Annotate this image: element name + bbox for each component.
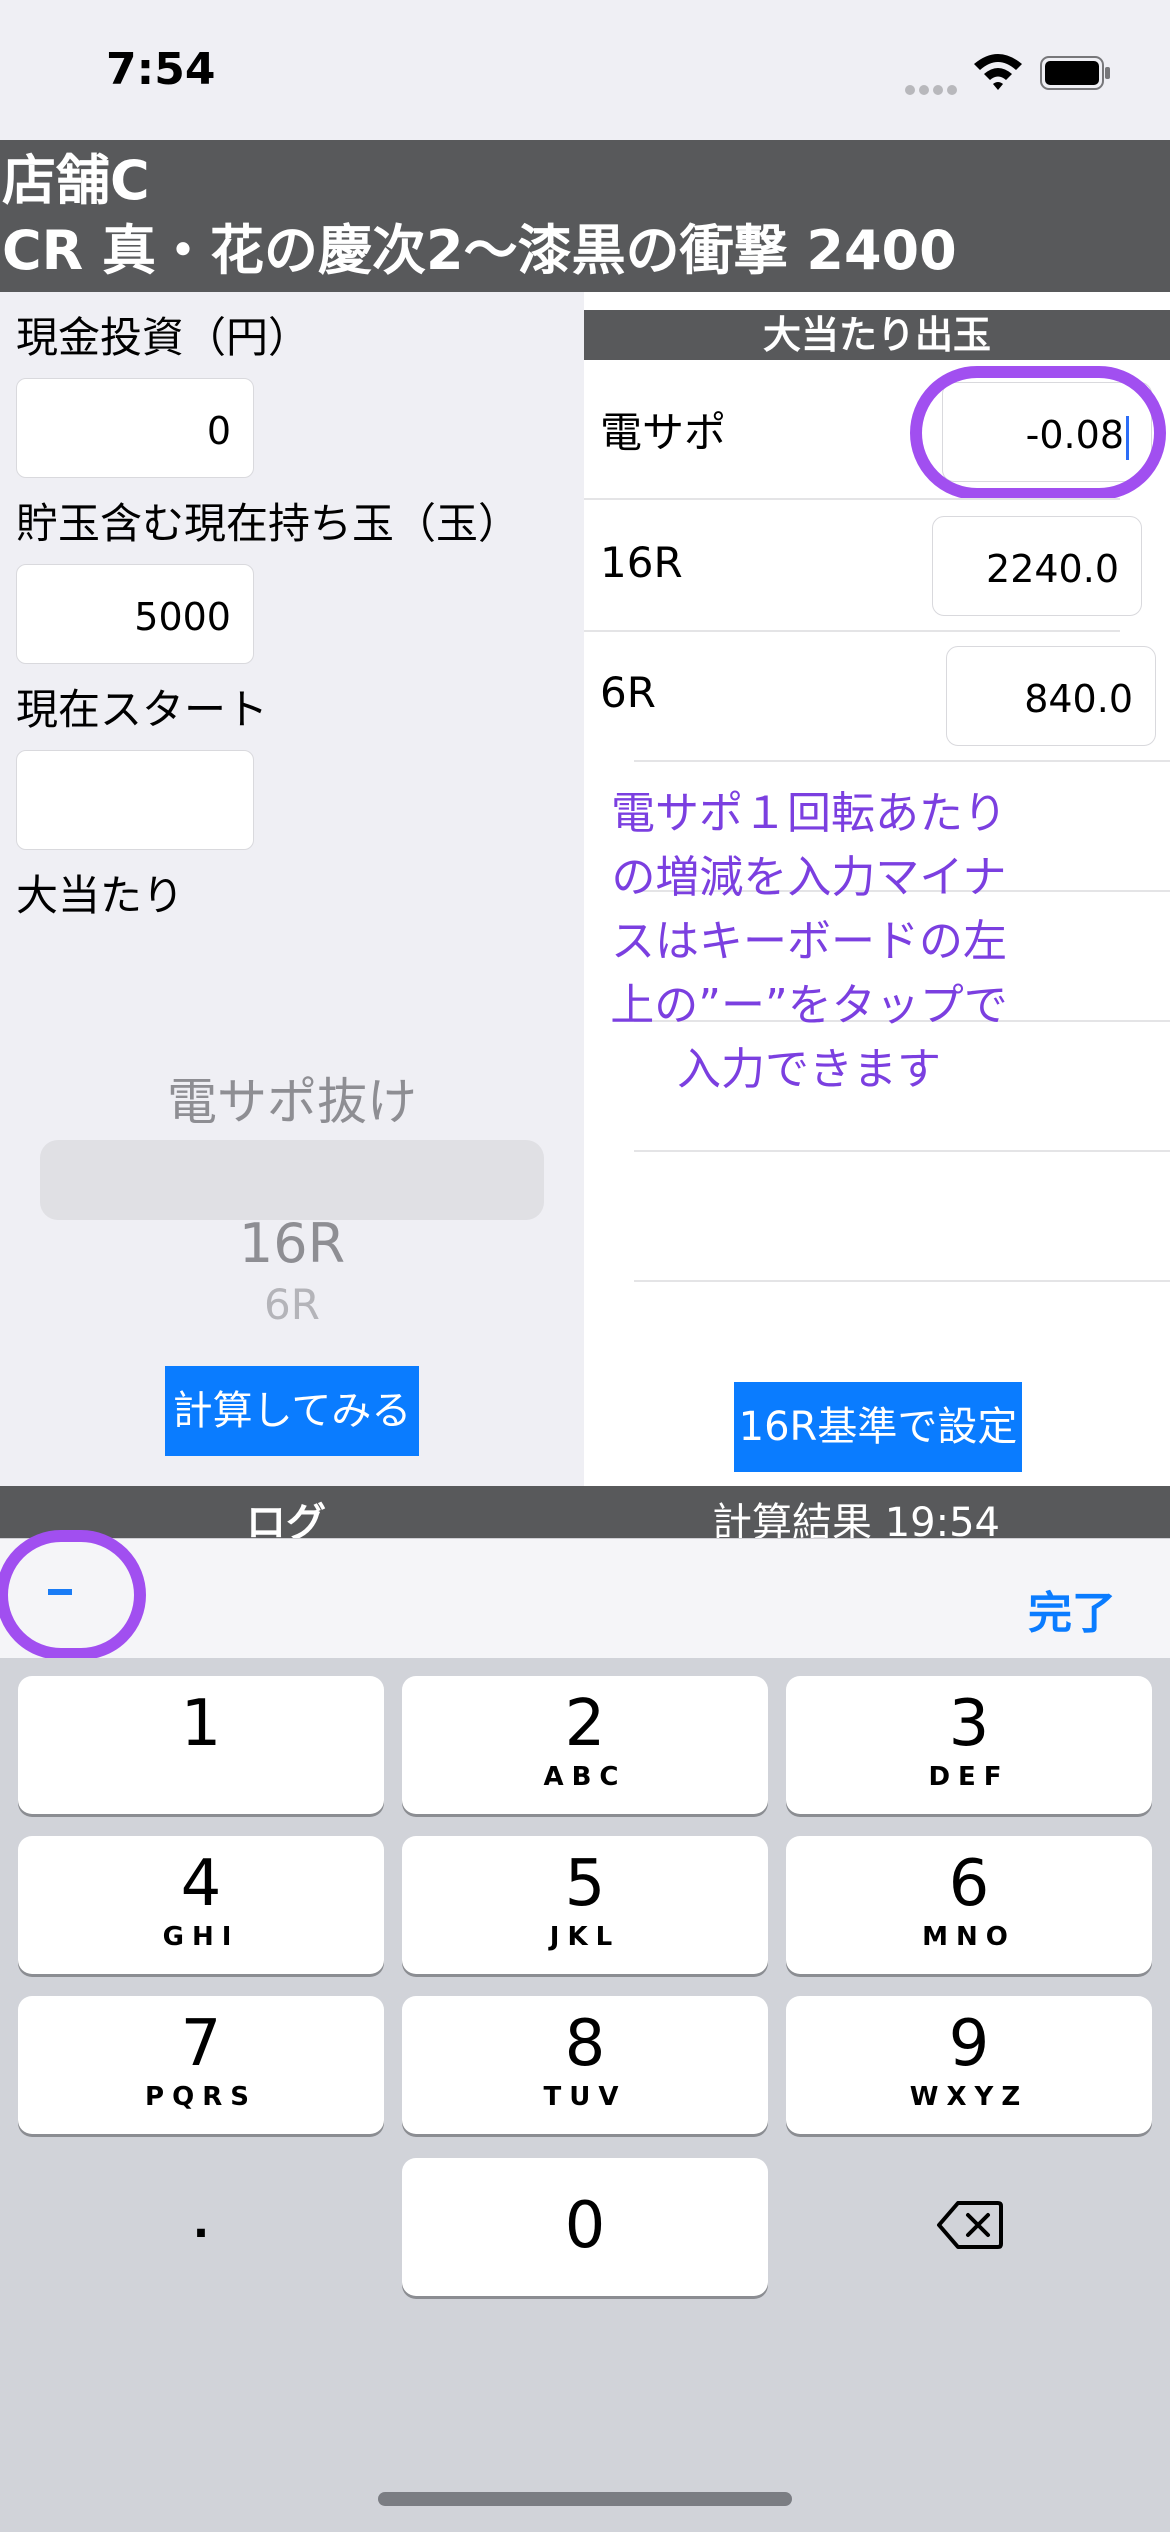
jackpot-label: 大当たり [16, 871, 185, 920]
annotation-ring-field [910, 366, 1166, 500]
current-balls-field[interactable]: 5000 [16, 564, 254, 664]
key-digit: 1 [180, 1687, 222, 1761]
right-panel: 大当たり出玉 電サポ -0.08 16R 2240.0 6R 840.0 電サポ… [584, 292, 1170, 1486]
status-bar: 7:54 [0, 0, 1170, 140]
done-button[interactable]: 完了 [1028, 1577, 1116, 1641]
key-letters: GHI [162, 1922, 240, 1952]
backspace-icon[interactable] [936, 2200, 1004, 2250]
minus-input-hint: 電サポ１回転あたりの増減を入力マイナスはキーボードの左上の”ー”をタップで入力で… [610, 788, 1008, 1095]
key-0[interactable]: 0 [402, 2158, 768, 2296]
picker-selection-band [40, 1140, 544, 1220]
battery-icon [1040, 56, 1110, 90]
keyboard-toolbar: 完了 [0, 1538, 1170, 1658]
densapo-label: 電サポ [600, 408, 727, 457]
jackpot-type-picker[interactable]: 電サポ抜け 16R 6R [40, 1032, 544, 1342]
key-digit: 3 [948, 1687, 990, 1761]
picker-option-densapo[interactable]: 電サポ抜け [40, 1062, 544, 1134]
picker-option-16r[interactable]: 16R [40, 1212, 544, 1275]
key-letters: PQRS [145, 2082, 257, 2112]
key-digit: 4 [180, 1847, 222, 1921]
round6-field[interactable]: 840.0 [946, 646, 1156, 746]
machine-name: CR 真・花の慶次2〜漆黒の衝撃 2400 [2, 219, 957, 282]
key-letters: JKL [549, 1922, 621, 1952]
key-8[interactable]: 8 TUV [402, 1996, 768, 2134]
picker-option-6r[interactable]: 6R [40, 1280, 544, 1320]
left-panel: 現金投資（円） 0 貯玉含む現在持ち玉（玉） 5000 現在スタート 大当たり … [0, 292, 584, 1486]
calculate-button[interactable]: 計算してみる [165, 1366, 419, 1456]
cash-investment-label: 現金投資（円） [16, 313, 311, 362]
round16-label: 16R [600, 538, 683, 587]
key-digit: 5 [564, 1847, 606, 1921]
key-4[interactable]: 4 GHI [18, 1836, 384, 1974]
key-7[interactable]: 7 PQRS [18, 1996, 384, 2134]
key-digit: 6 [948, 1847, 990, 1921]
row-divider [634, 1150, 1170, 1152]
key-digit: 2 [564, 1687, 606, 1761]
key-3[interactable]: 3 DEF [786, 1676, 1152, 1814]
round16-field[interactable]: 2240.0 [932, 516, 1142, 616]
key-5[interactable]: 5 JKL [402, 1836, 768, 1974]
signal-icon [905, 80, 963, 95]
key-9[interactable]: 9 WXYZ [786, 1996, 1152, 2134]
key-1[interactable]: 1 [18, 1676, 384, 1814]
round6-label: 6R [600, 668, 656, 717]
key-digit: 0 [564, 2189, 606, 2263]
tab-calc-result[interactable]: 計算結果 19:54 [712, 1490, 1000, 1538]
key-digit: 9 [948, 2007, 990, 2081]
status-time: 7:54 [106, 44, 216, 95]
jackpot-payout-header: 大当たり出玉 [584, 310, 1170, 360]
store-name: 店舗C [2, 149, 150, 212]
current-start-field[interactable] [16, 750, 254, 850]
cash-investment-field[interactable]: 0 [16, 378, 254, 478]
annotation-ring-minus [0, 1530, 146, 1660]
tab-log[interactable]: ログ [246, 1490, 326, 1538]
home-indicator [378, 2492, 792, 2506]
key-digit: 8 [564, 2007, 606, 2081]
row-divider [634, 760, 1170, 762]
key-2[interactable]: 2 ABC [402, 1676, 768, 1814]
tab-bar: ログ 計算結果 19:54 [0, 1486, 1170, 1538]
key-letters: ABC [543, 1762, 627, 1792]
key-decimal[interactable]: . [18, 2158, 384, 2296]
key-letters: TUV [543, 2082, 627, 2112]
wifi-icon [974, 54, 1022, 90]
current-start-label: 現在スタート [16, 685, 269, 734]
key-6[interactable]: 6 MNO [786, 1836, 1152, 1974]
header: 店舗C CR 真・花の慶次2〜漆黒の衝撃 2400 [0, 140, 1170, 292]
numeric-keypad: 1 2 ABC 3 DEF 4 GHI 5 JKL 6 MNO 7 PQRS 8… [0, 1658, 1170, 2532]
row-divider [584, 498, 1120, 500]
row-divider [634, 1280, 1170, 1282]
row-divider [584, 630, 1120, 632]
key-letters: DEF [928, 1762, 1010, 1792]
set-16r-standard-button[interactable]: 16R基準で設定 [734, 1382, 1022, 1472]
key-letters: MNO [922, 1922, 1016, 1952]
key-letters: WXYZ [909, 2082, 1029, 2112]
key-digit: 7 [180, 2007, 222, 2081]
current-balls-label: 貯玉含む現在持ち玉（玉） [16, 499, 521, 548]
